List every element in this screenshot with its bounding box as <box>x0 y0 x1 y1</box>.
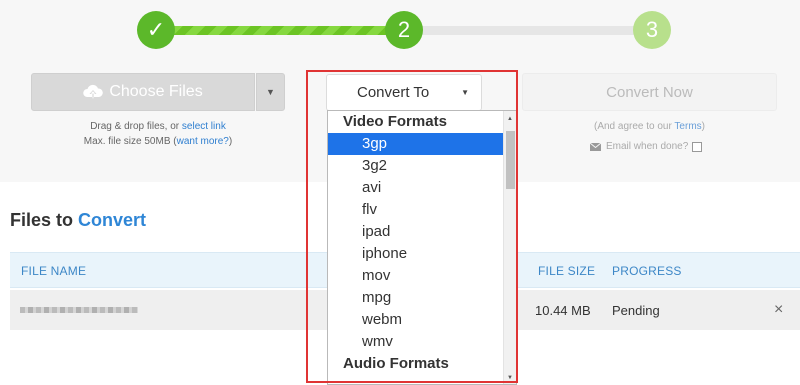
column-file-name: FILE NAME <box>21 264 87 278</box>
terms-link[interactable]: Terms <box>674 121 701 132</box>
files-to-convert-heading: Files to Convert <box>10 210 147 230</box>
highlight-annotation-box <box>306 70 518 383</box>
blurred-file-name <box>20 307 138 313</box>
column-progress: PROGRESS <box>612 264 682 278</box>
terms-notice: (And agree to our Terms) <box>593 121 705 132</box>
file-size-cell: 10.44 MB <box>535 303 591 318</box>
email-when-done-checkbox[interactable] <box>692 141 703 152</box>
step-2-indicator: 2 <box>385 11 423 49</box>
drag-drop-hint: Drag & drop files, or select link <box>90 121 226 132</box>
remove-file-close-icon[interactable]: × <box>774 301 783 319</box>
column-file-size: FILE SIZE <box>538 264 596 278</box>
progress-line-pending <box>408 26 644 35</box>
email-when-done: Email when done? <box>590 141 703 152</box>
email-when-done-label: Email when done? <box>606 141 689 152</box>
step-1-check-icon: ✓ <box>137 11 175 49</box>
cloud-upload-icon <box>83 84 104 100</box>
envelope-icon <box>590 142 601 151</box>
choose-files-label: Choose Files <box>109 83 203 100</box>
choose-source-dropdown[interactable]: ▼ <box>256 73 285 111</box>
choose-files-button[interactable]: Choose Files <box>31 73 255 111</box>
select-link[interactable]: select link <box>182 121 226 132</box>
max-size-hint: Max. file size 50MB (want more?) <box>83 136 233 147</box>
step-3-indicator: 3 <box>633 11 671 49</box>
progress-line-complete <box>160 26 392 35</box>
want-more-link[interactable]: want more? <box>177 136 229 147</box>
progress-cell: Pending <box>612 303 660 318</box>
caret-down-icon: ▼ <box>266 87 275 97</box>
convert-now-button[interactable]: Convert Now <box>522 73 777 111</box>
